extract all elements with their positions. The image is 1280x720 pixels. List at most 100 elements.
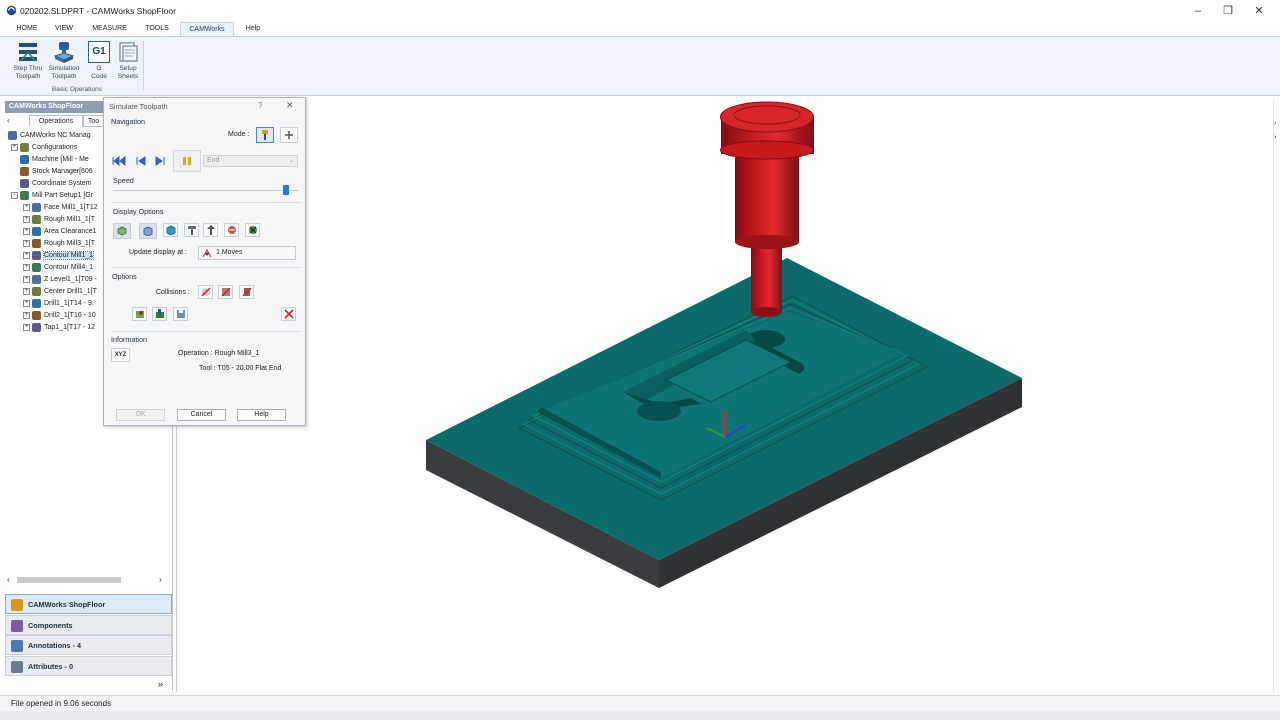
collision-option-1-button[interactable] (198, 285, 213, 299)
pause-button[interactable] (173, 150, 201, 172)
collision-option-2-button[interactable] (218, 285, 233, 299)
display-solid-button[interactable] (163, 223, 178, 237)
expand-icon[interactable]: + (23, 275, 30, 283)
tree-item-icon (32, 310, 41, 320)
tree-item-label: Area Clearance1 (44, 228, 97, 235)
expand-icon[interactable]: + (11, 143, 18, 151)
stock-icon (117, 226, 127, 236)
mode-step-button[interactable] (280, 127, 298, 143)
option-compare-button[interactable] (132, 307, 147, 321)
tool-collar-ring (720, 140, 814, 160)
moves-icon (202, 249, 212, 258)
run-to-select[interactable]: End ⌄ (203, 155, 298, 167)
tree-item[interactable]: + Configurations (11, 142, 107, 154)
xyz-button[interactable]: XYZ (111, 348, 130, 362)
tab-view[interactable]: VIEW (49, 22, 79, 36)
ok-button[interactable]: OK (116, 409, 165, 421)
option-reset-button[interactable] (281, 307, 296, 321)
speed-slider-thumb[interactable] (282, 185, 289, 195)
mode-toolpath-button[interactable] (256, 127, 274, 143)
step-forward-button[interactable] (152, 154, 167, 168)
scroll-left-icon[interactable]: ‹ (7, 575, 10, 585)
display-fixture-button[interactable] (245, 223, 260, 237)
scroll-right-icon[interactable]: › (159, 575, 162, 585)
g-code-label-1: G (96, 65, 102, 72)
tab-camworks[interactable]: CAMWorks (180, 22, 234, 36)
tab-measure[interactable]: MEASURE (86, 22, 133, 36)
display-part-button[interactable] (139, 223, 157, 239)
tree-item[interactable]: - Mill Part Setup1 [Gr (11, 190, 107, 202)
display-holder-button[interactable] (203, 223, 218, 237)
expand-icon[interactable]: + (23, 251, 30, 259)
tree-item-label: Coordinate System (32, 180, 92, 187)
mode-label: Mode : (228, 131, 250, 138)
simulation-icon (53, 42, 75, 63)
cancel-button[interactable]: Cancel (177, 409, 226, 421)
expand-icon[interactable]: + (23, 227, 30, 235)
expand-icon[interactable]: + (23, 263, 30, 271)
restore-button[interactable]: ❐ (1213, 2, 1243, 20)
minimize-button[interactable]: – (1183, 2, 1213, 20)
toolpath-icon (227, 226, 236, 234)
tab-home[interactable]: HOME (10, 22, 44, 36)
help-button[interactable]: Help (237, 409, 286, 421)
tab-scroll-left-icon[interactable]: ‹ (7, 116, 15, 126)
graphics-viewport[interactable] (176, 100, 1273, 692)
left-pane-scrollbar[interactable]: ‹ › (7, 575, 167, 585)
tool-holder-bottom (735, 235, 799, 249)
update-display-field[interactable]: 1 Moves (198, 246, 296, 260)
setup-sheets-button[interactable]: Setup Sheets (111, 41, 145, 81)
app-logo-icon (6, 5, 17, 16)
tree-item-label: Machine [Mill - Me (32, 156, 89, 163)
tree-item[interactable]: Machine [Mill - Me (11, 154, 107, 166)
display-toolpath-button[interactable] (224, 223, 239, 237)
panel-label: CAMWorks ShopFloor (28, 600, 106, 609)
expand-icon[interactable]: + (23, 287, 30, 295)
part-model-svg (284, 101, 1022, 588)
tree-item-label: Drill2_1[T16 - 10 (44, 312, 96, 319)
tab-tools[interactable]: TOOLS (140, 22, 174, 36)
expand-icon[interactable]: + (23, 215, 30, 223)
expand-panels-icon[interactable]: » (158, 679, 163, 689)
rewind-to-start-button[interactable] (111, 154, 126, 168)
side-arrow-icon[interactable]: › (1274, 134, 1276, 141)
tree-item-label: Mill Part Setup1 [Gr (32, 192, 94, 199)
tab-help[interactable]: Help (240, 22, 266, 36)
bottom-panel-item[interactable]: CAMWorks ShopFloor (5, 594, 172, 614)
panel-label: Annotations - 4 (28, 641, 82, 650)
g-code-label-2: Code (91, 73, 107, 80)
collision-option-3-button[interactable] (239, 285, 254, 299)
display-stock-button[interactable] (113, 223, 131, 239)
bottom-panel-item[interactable]: Components (5, 614, 172, 635)
side-arrow-icon[interactable]: › (1274, 120, 1276, 127)
expand-icon[interactable]: + (23, 311, 30, 319)
tree-item[interactable]: CAMWorks NC Manag (8, 130, 104, 142)
close-window-button[interactable]: ✕ (1244, 2, 1274, 20)
step-back-button[interactable] (133, 154, 148, 168)
bottom-panel-item[interactable]: Attributes - 0 (5, 655, 172, 676)
tab-tools[interactable]: Too (83, 115, 104, 127)
expand-icon[interactable]: + (23, 203, 30, 211)
expand-icon[interactable]: + (23, 239, 30, 247)
display-tool-button[interactable] (184, 223, 199, 237)
tree-item[interactable]: Stock Manager[606 (11, 166, 107, 178)
bottom-panel-item[interactable]: Annotations - 4 (5, 635, 172, 655)
window-title: 020202.SLDPRT - CAMWorks ShopFloor (20, 6, 176, 16)
scroll-thumb[interactable] (17, 577, 121, 583)
collapse-icon[interactable]: - (11, 191, 18, 199)
dialog-close-icon[interactable]: ✕ (286, 100, 294, 111)
option-save-button[interactable] (173, 307, 188, 321)
collision-icon (200, 287, 211, 297)
tree-item[interactable]: Coordinate System (11, 178, 107, 190)
tree-item-icon (20, 154, 29, 164)
ribbon (0, 36, 1280, 96)
tree-item-icon (20, 178, 29, 188)
option-section-button[interactable] (152, 307, 167, 321)
dialog-help-icon[interactable]: ? (258, 101, 262, 110)
expand-icon[interactable]: + (23, 323, 30, 331)
expand-icon[interactable]: + (23, 299, 30, 307)
simulation-toolpath-button[interactable]: Simulation Toolpath (47, 41, 81, 81)
tree-item-icon (32, 226, 41, 236)
tab-operations[interactable]: Operations (29, 115, 83, 127)
step-thru-toolpath-button[interactable]: Step Thru Toolpath (11, 41, 45, 81)
